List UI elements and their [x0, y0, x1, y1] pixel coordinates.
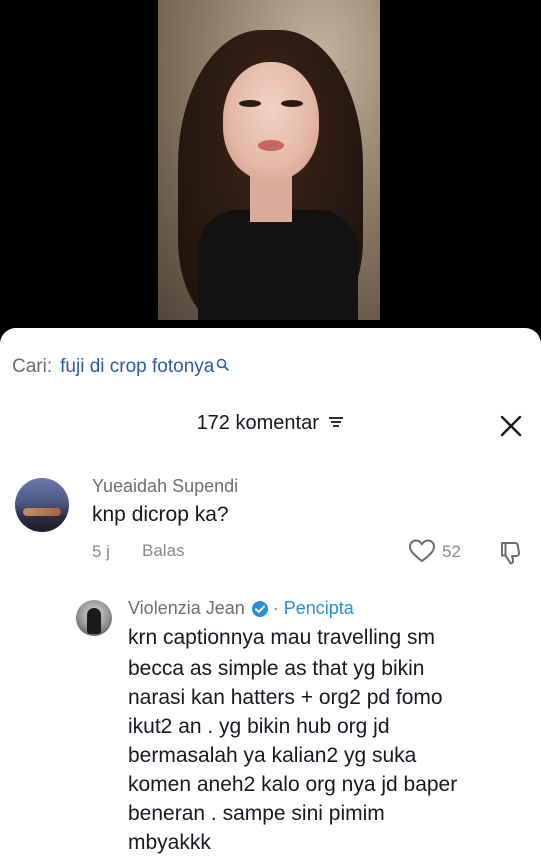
comment-count: 172 komentar — [196, 412, 319, 434]
reply-username[interactable]: Violenzia Jean — [128, 598, 245, 619]
heart-icon[interactable] — [408, 538, 436, 564]
comment-time: 5 j — [92, 542, 110, 561]
search-icon[interactable] — [216, 355, 230, 371]
reply-button[interactable]: Balas — [142, 541, 185, 561]
reply-text-line: mbyakkk — [128, 831, 211, 854]
reply-text-line: ikut2 an . yg bikin hub org jd — [128, 715, 390, 738]
video-player[interactable] — [0, 0, 541, 340]
reply-author: Violenzia Jean · Pencipta — [128, 598, 354, 619]
reply-text-line: narasi kan hatters + org2 pd fomo — [128, 686, 443, 709]
reply-text-line: beneran . sampe sini pimim — [128, 802, 385, 825]
verified-icon — [251, 600, 269, 618]
search-prefix-label: Cari: — [12, 356, 53, 377]
avatar-figure — [87, 608, 101, 634]
filter-icon[interactable] — [328, 412, 344, 435]
video-person-outfit — [198, 210, 358, 320]
dislike-icon[interactable] — [498, 540, 524, 566]
reply-text-line: becca as simple as that yg bikin — [128, 657, 425, 680]
comment-text: knp dicrop ka? — [92, 503, 229, 526]
video-person-left-eye — [239, 100, 261, 107]
reply-text-line: krn captionnya mau travelling sm — [128, 626, 435, 649]
close-icon[interactable] — [498, 413, 524, 439]
like-count: 52 — [442, 542, 461, 561]
comments-header: 172 komentar — [0, 412, 541, 435]
comment-username[interactable]: Yueaidah Supendi — [92, 476, 238, 497]
creator-avatar[interactable] — [76, 600, 112, 636]
video-thumbnail[interactable] — [158, 0, 380, 320]
reply-text-line: komen aneh2 kalo org nya jd baper — [128, 773, 458, 796]
video-person-lips — [258, 140, 284, 151]
video-person-right-eye — [281, 100, 303, 107]
reply-text-line: bermasalah ya kalian2 yg suka — [128, 744, 417, 767]
avatar[interactable] — [15, 478, 69, 532]
avatar-sunset — [23, 508, 61, 516]
related-search[interactable]: Cari: fuji di crop fotonya — [12, 355, 230, 378]
search-query-link[interactable]: fuji di crop fotonya — [60, 356, 214, 378]
creator-badge: · Pencipta — [272, 598, 354, 618]
video-person-face — [223, 62, 319, 180]
